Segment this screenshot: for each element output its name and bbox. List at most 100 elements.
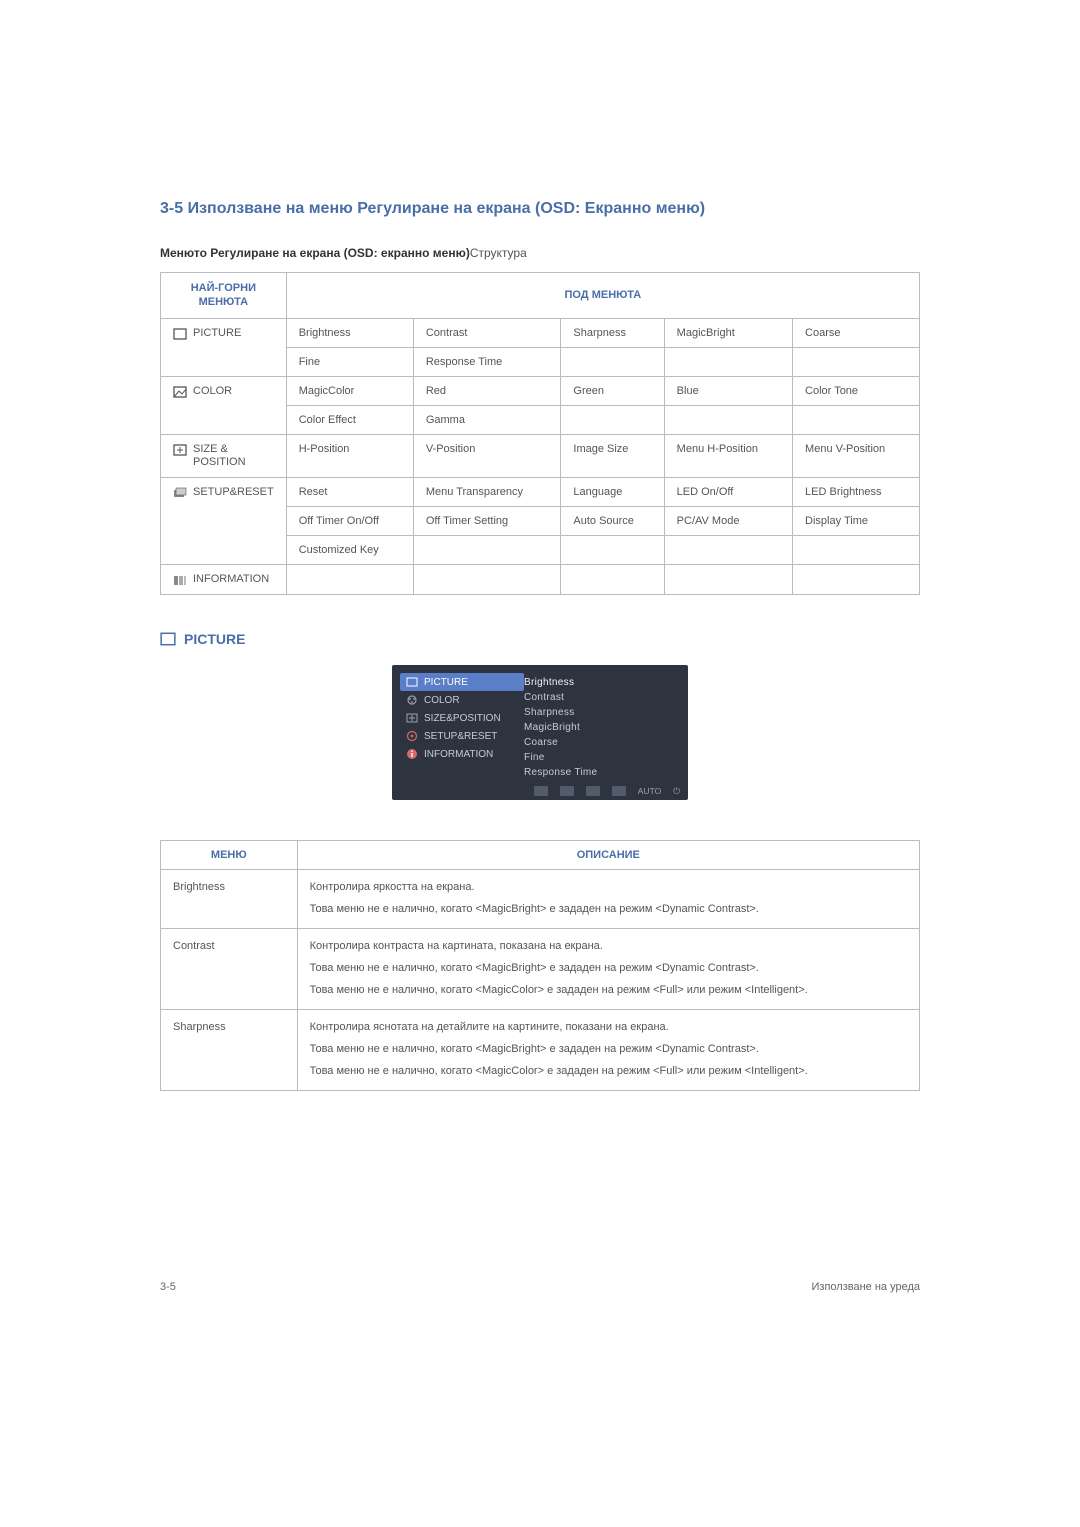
desc-text-cell: Контролира яркостта на екрана. Това меню… <box>297 870 919 929</box>
table-row: PICTURE Brightness Contrast Sharpness Ma… <box>161 318 920 347</box>
desc-paragraph: Това меню не е налично, когато <MagicBri… <box>310 1042 907 1058</box>
size-position-icon <box>406 712 418 724</box>
osd-footer-button-icon <box>586 786 600 796</box>
category-label: SIZE & POSITION <box>193 443 274 469</box>
category-cell: INFORMATION <box>161 564 287 594</box>
osd-left-label: COLOR <box>424 695 460 706</box>
submenu-cell: LED Brightness <box>793 477 920 506</box>
submenu-cell: Image Size <box>561 434 664 477</box>
submenu-cell <box>561 564 664 594</box>
category-cell: PICTURE <box>161 318 287 376</box>
osd-screenshot: PICTURE COLOR SIZE&POSITION <box>160 665 920 800</box>
submenu-cell <box>413 535 561 564</box>
setup-reset-icon <box>173 487 187 499</box>
osd-left-label: SETUP&RESET <box>424 731 497 742</box>
submenu-cell <box>413 564 561 594</box>
submenu-cell: Customized Key <box>286 535 413 564</box>
submenu-cell: Off Timer On/Off <box>286 506 413 535</box>
submenu-cell <box>793 405 920 434</box>
osd-footer-power-icon: ⏻ <box>673 786 680 796</box>
col-header-sub: ПОД МЕНЮТА <box>286 273 919 319</box>
submenu-cell: Blue <box>664 376 792 405</box>
page: 3-5 Използване на меню Регулиране на екр… <box>0 0 1080 1353</box>
submenu-cell: Fine <box>286 347 413 376</box>
col-header-top: НАЙ-ГОРНИ МЕНЮТА <box>161 273 287 319</box>
submenu-cell: Green <box>561 376 664 405</box>
submenu-cell: Brightness <box>286 318 413 347</box>
osd-left-column: PICTURE COLOR SIZE&POSITION <box>400 673 524 780</box>
osd-left-label: SIZE&POSITION <box>424 713 501 724</box>
submenu-cell <box>561 535 664 564</box>
submenu-cell: Response Time <box>413 347 561 376</box>
osd-footer-auto-label: AUTO <box>638 786 661 796</box>
osd-left-item: SETUP&RESET <box>400 727 524 745</box>
submenu-cell: Menu H-Position <box>664 434 792 477</box>
osd-right-item: Response Time <box>524 765 597 780</box>
submenu-cell: LED On/Off <box>664 477 792 506</box>
submenu-cell: Menu Transparency <box>413 477 561 506</box>
submenu-cell: Red <box>413 376 561 405</box>
category-cell: SIZE & POSITION <box>161 434 287 477</box>
osd-right-item: Brightness <box>524 675 597 690</box>
table-row: МЕНЮ ОПИСАНИЕ <box>161 841 920 870</box>
category-cell: SETUP&RESET <box>161 477 287 564</box>
category-label: COLOR <box>193 385 232 398</box>
setup-reset-icon <box>406 730 418 742</box>
submenu-cell <box>664 405 792 434</box>
submenu-cell <box>561 405 664 434</box>
submenu-cell: H-Position <box>286 434 413 477</box>
desc-paragraph: Това меню не е налично, когато <MagicCol… <box>310 983 907 999</box>
desc-paragraph: Това меню не е налично, когато <MagicBri… <box>310 902 907 918</box>
table-row: COLOR MagicColor Red Green Blue Color To… <box>161 376 920 405</box>
table-row: НАЙ-ГОРНИ МЕНЮТА ПОД МЕНЮТА <box>161 273 920 319</box>
osd-right-item: Sharpness <box>524 705 597 720</box>
submenu-cell: Reset <box>286 477 413 506</box>
submenu-cell <box>793 347 920 376</box>
osd-right-item: MagicBright <box>524 720 597 735</box>
submenu-cell <box>664 535 792 564</box>
submenu-cell: Contrast <box>413 318 561 347</box>
table-row: Sharpness Контролира яснотата на детайли… <box>161 1009 920 1090</box>
osd-left-item: PICTURE <box>400 673 524 691</box>
submenu-cell <box>664 564 792 594</box>
osd-footer-button-icon <box>534 786 548 796</box>
information-icon <box>406 748 418 760</box>
osd-footer: AUTO ⏻ <box>400 786 680 796</box>
osd-right-column: Brightness Contrast Sharpness MagicBrigh… <box>524 673 597 780</box>
table-row: Contrast Контролира контраста на картина… <box>161 929 920 1010</box>
caption-rest: Структура <box>470 246 527 260</box>
menu-structure-table: НАЙ-ГОРНИ МЕНЮТА ПОД МЕНЮТА PICTURE Brig… <box>160 272 920 595</box>
submenu-cell <box>664 347 792 376</box>
category-label: SETUP&RESET <box>193 486 274 499</box>
footer-left: 3-5 <box>160 1281 176 1293</box>
osd-footer-button-icon <box>560 786 574 796</box>
submenu-cell: Coarse <box>793 318 920 347</box>
picture-icon <box>173 328 187 340</box>
footer-right: Използване на уреда <box>812 1281 921 1293</box>
osd-left-label: INFORMATION <box>424 749 493 760</box>
submenu-cell: Color Effect <box>286 405 413 434</box>
size-position-icon <box>173 444 187 456</box>
color-icon <box>406 694 418 706</box>
submenu-cell: Display Time <box>793 506 920 535</box>
desc-paragraph: Контролира контраста на картината, показ… <box>310 939 907 955</box>
submenu-cell <box>793 564 920 594</box>
category-label: PICTURE <box>193 327 241 340</box>
submenu-cell: MagicColor <box>286 376 413 405</box>
description-table: МЕНЮ ОПИСАНИЕ Brightness Контролира ярко… <box>160 840 920 1091</box>
submenu-cell: Color Tone <box>793 376 920 405</box>
osd-right-item: Coarse <box>524 735 597 750</box>
table-row: SETUP&RESET Reset Menu Transparency Lang… <box>161 477 920 506</box>
desc-text-cell: Контролира контраста на картината, показ… <box>297 929 919 1010</box>
osd-left-item: SIZE&POSITION <box>400 709 524 727</box>
picture-subheading: PICTURE <box>160 631 920 647</box>
submenu-cell: Menu V-Position <box>793 434 920 477</box>
col-header-menu: МЕНЮ <box>161 841 298 870</box>
submenu-cell: Gamma <box>413 405 561 434</box>
submenu-cell: V-Position <box>413 434 561 477</box>
desc-paragraph: Контролира яркостта на екрана. <box>310 880 907 896</box>
osd-right-item: Contrast <box>524 690 597 705</box>
desc-paragraph: Това меню не е налично, когато <MagicBri… <box>310 961 907 977</box>
submenu-cell <box>793 535 920 564</box>
osd-right-item: Fine <box>524 750 597 765</box>
